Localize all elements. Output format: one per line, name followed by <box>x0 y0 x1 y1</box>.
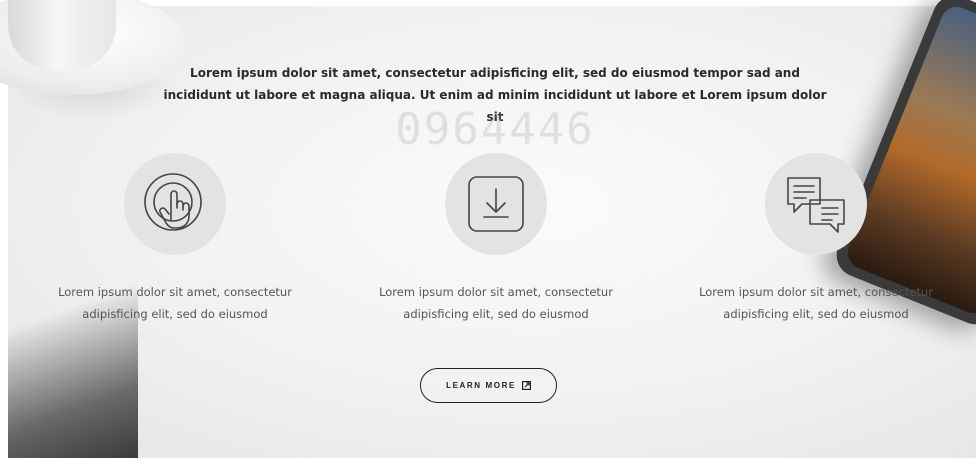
learn-more-button[interactable]: LEARN MORE <box>420 368 557 403</box>
feature-text: Lorem ipsum dolor sit amet, consectetur … <box>379 285 613 321</box>
watermark-text: 0964446 <box>395 104 595 155</box>
feature-text: Lorem ipsum dolor sit amet, consectetur … <box>699 285 933 321</box>
learn-more-label: LEARN MORE <box>446 381 516 390</box>
external-link-icon <box>521 381 531 390</box>
icon-circle <box>124 153 226 255</box>
chat-icon <box>787 177 845 233</box>
coffee-cup-image <box>8 0 116 70</box>
feature-download: Lorem ipsum dolor sit amet, consectetur … <box>376 153 616 325</box>
touch-icon <box>144 173 202 231</box>
download-icon <box>468 176 524 232</box>
feature-text: Lorem ipsum dolor sit amet, consectetur … <box>58 285 292 321</box>
icon-circle <box>765 153 867 255</box>
feature-chat: Lorem ipsum dolor sit amet, consectetur … <box>696 153 936 325</box>
hero-section: Lorem ipsum dolor sit amet, consectetur … <box>0 0 976 458</box>
icon-circle <box>445 153 547 255</box>
feature-touch: Lorem ipsum dolor sit amet, consectetur … <box>55 153 295 325</box>
